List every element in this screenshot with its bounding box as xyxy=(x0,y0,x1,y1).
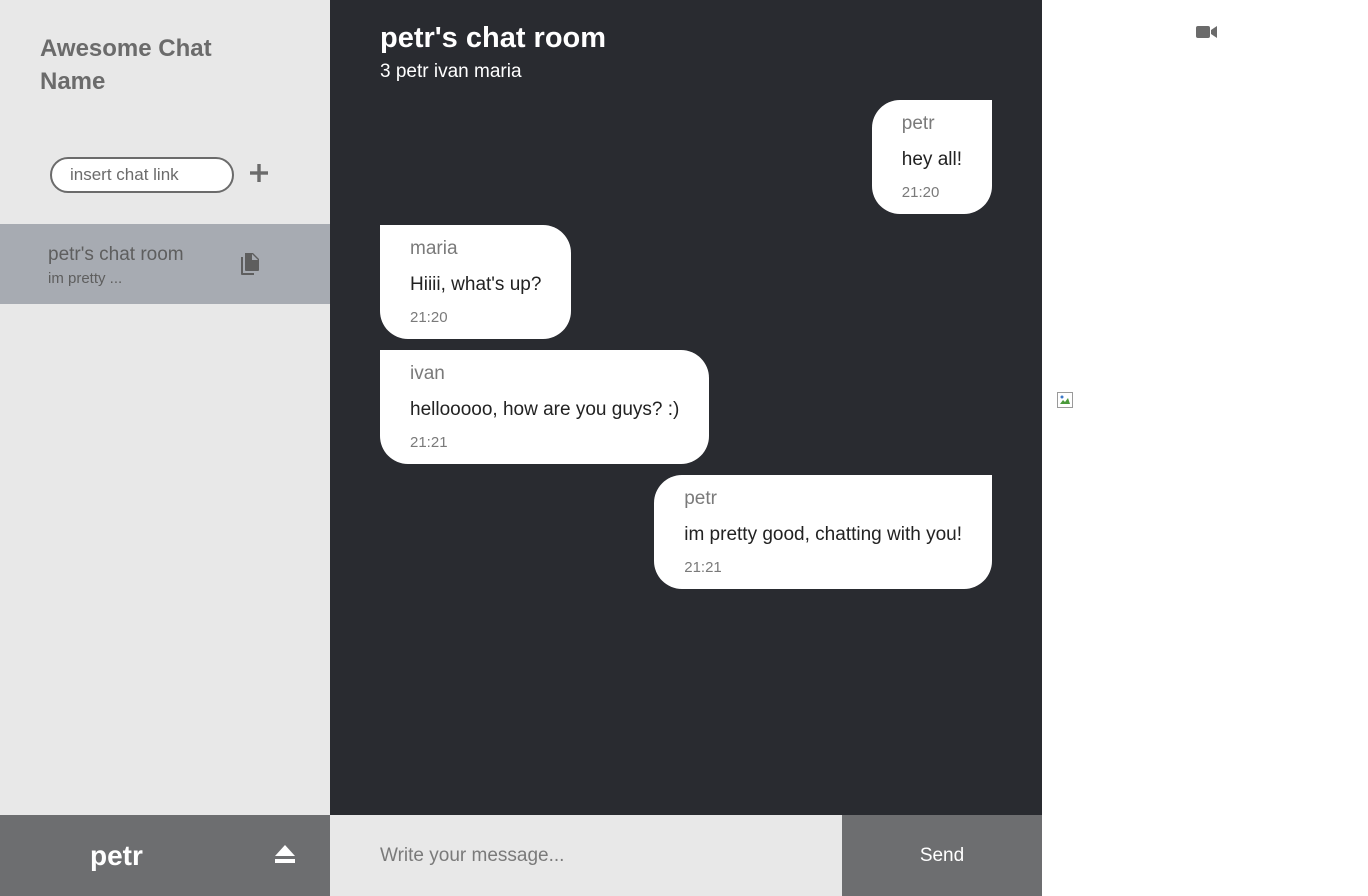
message-time: 21:21 xyxy=(684,559,722,576)
current-username: petr xyxy=(90,840,143,871)
message-bubble: petr hey all! 21:20 xyxy=(871,100,992,214)
message-bubble: ivan hellooooo, how are you guys? :) 21:… xyxy=(380,350,710,464)
add-chat-button[interactable] xyxy=(246,158,272,188)
message-input[interactable] xyxy=(330,815,842,896)
room-members: 3 petr ivan maria xyxy=(380,61,522,82)
message-bubble: petr im pretty good, chatting with you! … xyxy=(654,475,992,589)
video-call-button[interactable] xyxy=(1196,24,1218,40)
message-time: 21:21 xyxy=(410,434,448,451)
message-author: petr xyxy=(684,488,717,509)
message-author: maria xyxy=(410,238,458,259)
video-camera-icon xyxy=(1196,26,1217,38)
send-button[interactable]: Send xyxy=(842,815,1042,896)
sidebar: Awesome Chat Name petr's chat room im pr… xyxy=(0,0,330,815)
message-text: Hiiii, what's up? xyxy=(410,274,542,295)
copy-icon xyxy=(241,253,259,275)
plus-icon xyxy=(250,164,268,182)
chat-link-input[interactable] xyxy=(50,157,234,193)
message-time: 21:20 xyxy=(901,184,940,201)
video-panel xyxy=(1042,0,1368,896)
chat-list-item[interactable]: petr's chat room im pretty ... xyxy=(0,224,330,304)
message-text: hey all! xyxy=(901,149,962,170)
logout-button[interactable] xyxy=(273,843,297,865)
message-author: ivan xyxy=(410,363,445,384)
chat-item-preview: im pretty ... xyxy=(48,270,123,287)
copy-link-button[interactable] xyxy=(239,252,261,276)
eject-icon xyxy=(275,845,295,863)
chat-panel: petr's chat room 3 petr ivan maria petr … xyxy=(330,0,1042,815)
message-author: petr xyxy=(901,113,935,134)
message-text: im pretty good, chatting with you! xyxy=(684,524,962,545)
chat-item-name: petr's chat room xyxy=(48,244,184,265)
room-title: petr's chat room xyxy=(380,22,607,54)
app-title: Awesome Chat Name xyxy=(40,35,212,95)
message-text: hellooooo, how are you guys? :) xyxy=(410,399,680,420)
message-bubble: maria Hiiii, what's up? 21:20 xyxy=(380,225,572,339)
message-composer xyxy=(330,815,842,896)
message-time: 21:20 xyxy=(410,309,448,326)
broken-image-icon xyxy=(1057,392,1073,408)
